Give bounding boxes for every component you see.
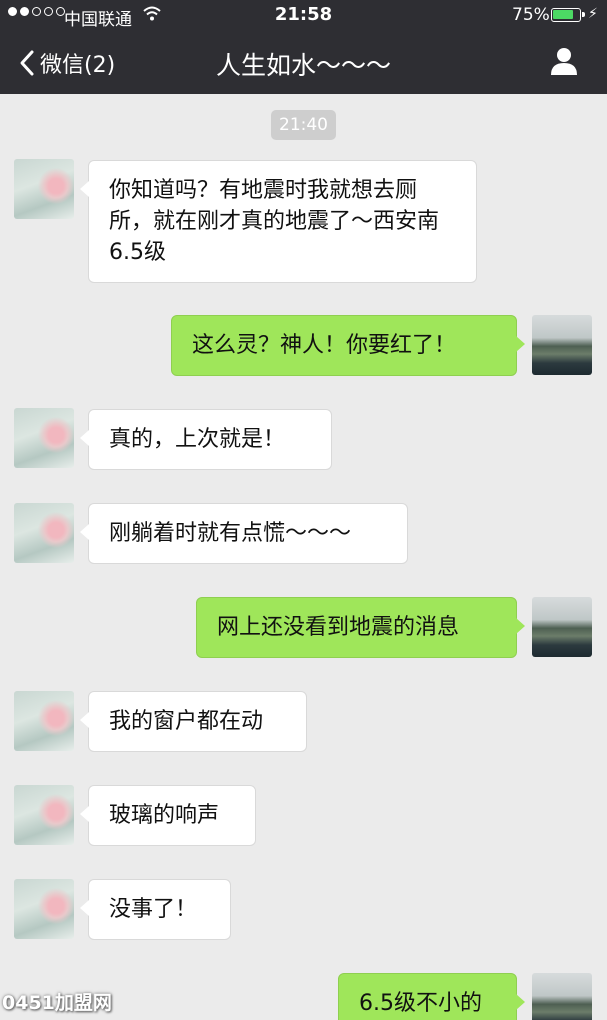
chat-area[interactable]: 21:40 你知道吗？有地震时我就想去厕所，就在刚才真的地震了～西安南6.5级 … <box>0 94 607 1020</box>
message-bubble-received[interactable]: 真的，上次就是！ <box>80 409 332 470</box>
message-bubble-received[interactable]: 我的窗户都在动 <box>80 691 307 752</box>
battery-percent: 75% <box>512 5 550 25</box>
message-bubble-received[interactable]: 没事了！ <box>80 879 231 940</box>
chat-title: 人生如水～～～ <box>215 51 391 80</box>
my-avatar[interactable] <box>532 315 592 375</box>
my-avatar[interactable] <box>532 973 592 1020</box>
message-timestamp: 21:40 <box>271 110 336 140</box>
watermark: 0451加盟网 <box>2 992 112 1014</box>
my-avatar[interactable] <box>532 597 592 657</box>
message-bubble-sent[interactable]: 6.5级不小的 <box>338 973 525 1020</box>
message-bubble-received[interactable]: 你知道吗？有地震时我就想去厕所，就在刚才真的地震了～西安南6.5级 <box>80 160 477 283</box>
charging-icon: ⚡ <box>588 6 598 22</box>
person-icon[interactable] <box>549 46 579 76</box>
message-bubble-received[interactable]: 玻璃的响声 <box>80 785 256 846</box>
message-bubble-sent[interactable]: 网上还没看到地震的消息 <box>196 597 525 658</box>
contact-avatar[interactable] <box>14 503 74 563</box>
contact-avatar[interactable] <box>14 408 74 468</box>
status-bar: 中国联通 21:58 75% ⚡ <box>0 0 607 32</box>
top-bar: 中国联通 21:58 75% ⚡ 微信(2) 人生如水～～～ <box>0 0 607 94</box>
nav-bar: 微信(2) 人生如水～～～ <box>0 32 607 94</box>
contact-avatar[interactable] <box>14 691 74 751</box>
message-bubble-received[interactable]: 刚躺着时就有点慌～～～ <box>80 503 408 564</box>
battery-icon <box>551 8 585 22</box>
message-bubble-sent[interactable]: 这么灵？神人！你要红了！ <box>171 315 525 376</box>
contact-avatar[interactable] <box>14 879 74 939</box>
contact-avatar[interactable] <box>14 159 74 219</box>
contact-avatar[interactable] <box>14 785 74 845</box>
